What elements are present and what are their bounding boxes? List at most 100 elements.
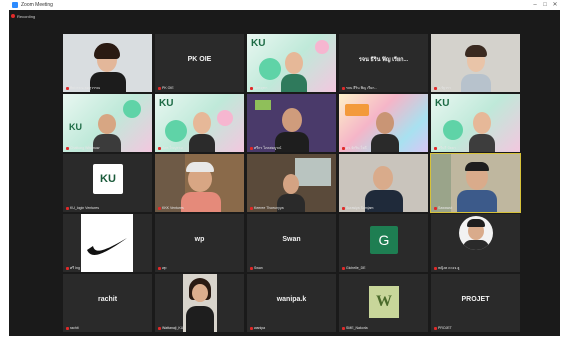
window-title: Zoom Meeting: [21, 2, 53, 8]
muted-mic-icon: [434, 87, 437, 90]
video-tile[interactable]: Wattanaji_KU: [155, 274, 244, 332]
participant-display-name: wp: [194, 236, 205, 243]
ku-logo-text: KU: [251, 38, 266, 49]
video-tile[interactable]: Surasiya Somjam: [339, 154, 428, 212]
ku-logo: KU: [93, 164, 123, 194]
decor-bubble: [123, 100, 141, 118]
avatar-initial: G: [370, 226, 398, 254]
decor-bubble: [315, 40, 329, 54]
cap: [186, 162, 214, 172]
muted-mic-icon: [158, 87, 161, 90]
video-tile[interactable]: ศรีกร โภคสมบูรณ์: [247, 94, 336, 152]
participant-name: ศรีนรี ปัตยา: [434, 146, 456, 151]
video-tile[interactable]: Keeree Thoeunyya: [247, 154, 336, 212]
maximize-button[interactable]: □: [540, 0, 550, 10]
muted-mic-icon: [342, 87, 345, 90]
video-tile[interactable]: หญิงต ดวงจ.ฮู: [431, 214, 520, 272]
participant-name: wp: [158, 266, 166, 271]
video-tile[interactable]: KU ศรีนรี ปัตยา: [431, 94, 520, 152]
participant-name: PK OIE: [158, 86, 174, 91]
participant-name: Surasiya Somjam: [342, 206, 373, 211]
video-tile[interactable]: Swan Swan: [247, 214, 336, 272]
participant-name: KU_login Ventures: [66, 206, 99, 211]
video-tile[interactable]: wanipa.k wanipa: [247, 274, 336, 332]
muted-mic-icon: [66, 147, 69, 150]
zoom-window: Zoom Meeting – □ ✕ Recording ทิพวรรณ ลดส…: [9, 0, 560, 336]
muted-mic-icon: [250, 87, 253, 90]
participant-display-name: rachit: [97, 296, 118, 303]
video-tile[interactable]: rachit rachit: [63, 274, 152, 332]
ku-logo-text: KU: [69, 122, 82, 132]
muted-mic-icon: [66, 207, 69, 210]
participant-name: หญิงต ดวงจ.ฮู: [434, 266, 459, 271]
participant-name: KKK Ventures: [158, 206, 184, 211]
video-tile[interactable]: ศรี Ing: [63, 214, 152, 272]
video-tile[interactable]: W SME_Nakorla: [339, 274, 428, 332]
muted-mic-icon: [158, 147, 161, 150]
minimize-button[interactable]: –: [530, 0, 540, 10]
participant-name: ศรีกร โภคสมบูรณ์: [250, 146, 281, 151]
participant-name: ทิพวรรณ ลดสุวรรณ: [66, 86, 100, 91]
muted-mic-icon: [66, 267, 69, 270]
muted-mic-icon: [342, 327, 345, 330]
logo-badge: [255, 100, 271, 110]
video-tile[interactable]: PROJET PROJET: [431, 274, 520, 332]
participant-display-name: PROJET: [461, 296, 490, 303]
title-bar: Zoom Meeting – □ ✕: [9, 0, 560, 10]
video-tile[interactable]: wp wp: [155, 214, 244, 272]
participant-display-name: รจน ธีริน ฟิญ เรียก...: [358, 57, 409, 63]
muted-mic-icon: [250, 327, 253, 330]
close-button[interactable]: ✕: [550, 0, 560, 10]
muted-mic-icon: [250, 147, 253, 150]
recording-label: Recording: [17, 13, 36, 19]
participant-name: ฉัตร ใหญ่ราม: [158, 146, 183, 151]
window-background: [295, 158, 331, 186]
participant-name: Keeree Thoeunyya: [250, 206, 284, 211]
participant-display-name: PK OIE: [187, 56, 212, 63]
participant-name: rachit: [66, 326, 79, 331]
nike-logo: [81, 214, 133, 272]
participant-name: wanipa: [250, 326, 265, 331]
swoosh-icon: [87, 238, 127, 255]
recording-indicator[interactable]: Recording: [11, 12, 35, 20]
video-tile-active-speaker[interactable]: Sawawut: [430, 153, 521, 213]
muted-mic-icon: [158, 327, 161, 330]
participant-name: ฉัตรจุฑา: [250, 86, 267, 91]
participant-display-name: Swan: [282, 236, 301, 243]
video-tile[interactable]: KU ฉัตร ใหญ่ราม: [155, 94, 244, 152]
record-icon: [11, 14, 15, 18]
muted-mic-icon: [434, 147, 437, 150]
muted-mic-icon: [342, 147, 345, 150]
muted-mic-icon: [158, 207, 161, 210]
zoom-app-icon: [12, 2, 18, 8]
muted-mic-icon: [66, 87, 69, 90]
video-tile[interactable]: รจน ธีริน ฟิญ เรียก... รจน ธีริน ฟิญ เรี…: [339, 34, 428, 92]
participant-name: Gichelle_DE: [342, 266, 365, 271]
participant-name: ศรี Ing: [66, 266, 80, 271]
decor-bubble: [443, 120, 463, 140]
participant-name: ดร.จักริน ใจดี: [342, 146, 367, 151]
video-tile[interactable]: ภ.รัฐวรา: [431, 34, 520, 92]
decor-bubble: [165, 120, 187, 142]
video-tile[interactable]: G Gichelle_DE: [339, 214, 428, 272]
video-tile[interactable]: ดร.จักริน ใจดี: [339, 94, 428, 152]
video-tile[interactable]: KU KU_login Ventures: [63, 154, 152, 212]
profile-photo: [459, 216, 493, 250]
video-tile[interactable]: PK OIE PK OIE: [155, 34, 244, 92]
muted-mic-icon: [66, 327, 69, 330]
video-tile[interactable]: KU Chattong Wisanuw: [63, 94, 152, 152]
muted-mic-icon: [250, 207, 253, 210]
muted-mic-icon: [158, 267, 161, 270]
decor-banner: [345, 104, 369, 116]
profile-photo: [183, 274, 217, 332]
muted-mic-icon: [434, 267, 437, 270]
participant-name: ภ.รัฐวรา: [434, 86, 451, 91]
ku-logo-text: KU: [159, 98, 174, 109]
participant-display-name: wanipa.k: [276, 296, 307, 303]
video-tile[interactable]: KKK Ventures: [155, 154, 244, 212]
video-tile[interactable]: ทิพวรรณ ลดสุวรรณ: [63, 34, 152, 92]
muted-mic-icon: [250, 267, 253, 270]
video-tile[interactable]: KU ฉัตรจุฑา: [247, 34, 336, 92]
participant-name: Swan: [250, 266, 263, 271]
ku-logo-text: KU: [435, 98, 450, 109]
